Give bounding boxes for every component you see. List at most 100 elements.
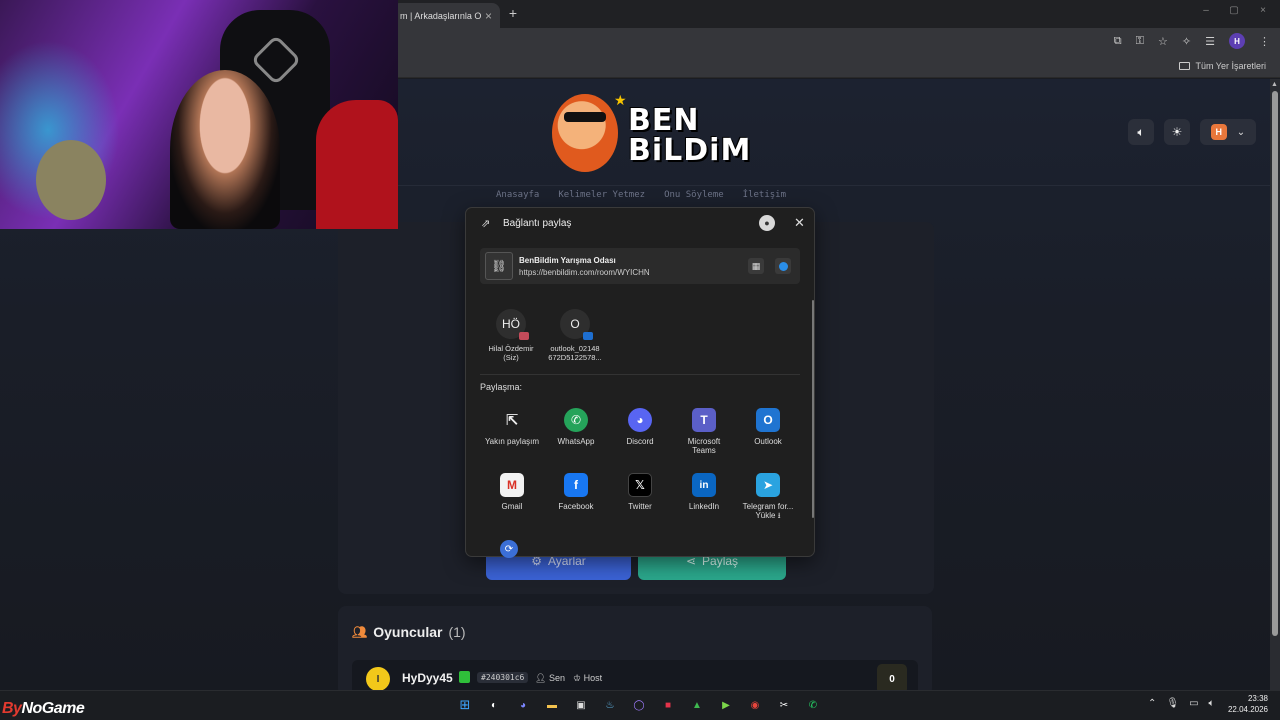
- capcut-icon[interactable]: ✂: [774, 695, 794, 715]
- play-icon[interactable]: ▶: [716, 695, 736, 715]
- contact-initials: HÖ: [502, 317, 520, 331]
- cast-icon[interactable]: ⧉: [1114, 35, 1122, 48]
- app-label: Facebook: [558, 502, 594, 511]
- contact-avatar: HÖ: [496, 309, 529, 340]
- green-app-icon[interactable]: ▲: [687, 695, 707, 715]
- dialog-scrollbar[interactable]: [812, 300, 814, 518]
- app-label: Yakın paylaşım: [484, 437, 540, 446]
- site-logo[interactable]: ★ BEN BiLDiM: [552, 90, 750, 178]
- extensions-icon[interactable]: ✧: [1182, 35, 1191, 48]
- contact-sub: (Siz): [503, 353, 519, 362]
- account-icon[interactable]: ●: [759, 215, 775, 231]
- file-explorer-icon[interactable]: ▬: [542, 695, 562, 715]
- store-icon[interactable]: ▣: [571, 695, 591, 715]
- app-label: Twitter: [628, 502, 652, 511]
- star-icon[interactable]: ☆: [1158, 35, 1168, 48]
- sound-toggle-button[interactable]: 🔈︎: [1128, 119, 1154, 145]
- windows-start-icon[interactable]: ⊞: [455, 695, 475, 715]
- chrome-icon[interactable]: ◉: [745, 695, 765, 715]
- app-label: Microsoft: [687, 437, 721, 446]
- volume-icon[interactable]: 🔈︎: [1209, 698, 1215, 709]
- whatsapp-taskbar-icon[interactable]: ✆: [803, 695, 823, 715]
- app-install-label[interactable]: Yükle ⭳: [755, 511, 780, 520]
- player-avatar: I: [366, 667, 390, 691]
- app-whatsapp[interactable]: ✆ WhatsApp: [544, 408, 608, 446]
- app-facebook[interactable]: f Facebook: [544, 473, 608, 511]
- nav-kelimeler-yetmez[interactable]: Kelimeler Yetmez: [558, 190, 645, 200]
- person-icon: 👤︎: [535, 673, 547, 683]
- nav-contact[interactable]: İletişim: [743, 190, 786, 200]
- player-level-icon: [459, 671, 470, 683]
- profile-avatar[interactable]: H: [1229, 33, 1245, 49]
- app-gmail[interactable]: M Gmail: [480, 473, 544, 511]
- task-view-icon[interactable]: ◐: [484, 695, 504, 715]
- app-telegram[interactable]: ➤ Telegram for... Yükle ⭳: [736, 473, 800, 520]
- main-nav: Anasayfa Kelimeler Yetmez Onu Söyleme İl…: [496, 190, 786, 200]
- page-scrollbar[interactable]: ▲: [1270, 79, 1280, 690]
- app-label-2: Teams: [692, 446, 716, 455]
- close-window-button[interactable]: ×: [1256, 5, 1270, 16]
- qr-code-button[interactable]: ▦: [748, 258, 764, 274]
- app-nearby-share[interactable]: ⇱ Yakın paylaşım: [480, 408, 544, 446]
- network-icon[interactable]: ▭: [1189, 698, 1198, 709]
- contact-name: outlook_02148: [550, 344, 600, 353]
- facebook-icon: f: [564, 473, 588, 497]
- users-icon: 👥︎: [352, 625, 368, 639]
- discord-taskbar-icon[interactable]: ◕: [513, 695, 533, 715]
- browser-tab[interactable]: m | Arkadaşlarınla Onl ×: [392, 3, 500, 28]
- steam-icon[interactable]: ♨: [600, 695, 620, 715]
- close-icon[interactable]: ✕: [794, 215, 805, 231]
- user-menu-button[interactable]: H ⌄: [1200, 119, 1256, 145]
- players-title: Oyuncular: [373, 624, 443, 640]
- teams-icon: T: [692, 408, 716, 432]
- app-label: Gmail: [501, 502, 523, 511]
- share-dialog-icon: ⇗: [481, 218, 491, 230]
- chevron-up-icon[interactable]: ⌃: [1148, 698, 1156, 709]
- app-outlook[interactable]: O Outlook: [736, 408, 800, 446]
- contact-sub: 672D5122578...: [548, 353, 602, 362]
- players-heading: 👥︎ Oyuncular (1): [352, 624, 466, 640]
- app-label: Discord: [626, 437, 654, 446]
- all-bookmarks-button[interactable]: Tüm Yer İşaretleri: [1179, 61, 1266, 71]
- menu-icon[interactable]: ⋮: [1259, 35, 1270, 48]
- red-app-icon[interactable]: ■: [658, 695, 678, 715]
- host-label: Host: [583, 673, 603, 683]
- gmail-icon: M: [500, 473, 524, 497]
- players-count: (1): [448, 624, 466, 640]
- microphone-icon[interactable]: 🎙︎: [1166, 698, 1179, 709]
- link-icon: ⛓: [485, 252, 513, 280]
- whatsapp-icon: ✆: [564, 408, 588, 432]
- maximize-button[interactable]: ▢: [1227, 5, 1241, 16]
- dialog-divider: [480, 374, 800, 375]
- taskbar-clock[interactable]: 23:38 22.04.2026: [1226, 693, 1268, 715]
- scrollbar-thumb[interactable]: [1272, 91, 1278, 636]
- share-dialog-title: Bağlantı paylaş: [503, 218, 572, 229]
- tab-close-icon[interactable]: ×: [485, 9, 492, 23]
- theme-toggle-button[interactable]: ☀: [1164, 119, 1190, 145]
- obs-icon[interactable]: ◯: [629, 695, 649, 715]
- minimize-button[interactable]: –: [1199, 5, 1213, 16]
- app-more[interactable]: ⟳: [500, 540, 522, 558]
- webcam-overlay: [0, 0, 398, 229]
- reading-list-icon[interactable]: ☰: [1205, 35, 1215, 48]
- contact-avatar: O: [560, 309, 593, 340]
- all-bookmarks-label: Tüm Yer İşaretleri: [1195, 61, 1266, 71]
- linkedin-icon: in: [692, 473, 716, 497]
- app-discord[interactable]: ◕ Discord: [608, 408, 672, 446]
- contact-hilal[interactable]: HÖ Hilal Özdemir (Siz): [476, 309, 546, 362]
- folder-icon: [1179, 62, 1191, 70]
- logo-word-2: BiLDiM: [628, 133, 752, 168]
- contact-outlook[interactable]: O outlook_02148 672D5122578...: [540, 309, 610, 362]
- new-tab-button[interactable]: +: [506, 5, 520, 21]
- app-teams[interactable]: T Microsoft Teams: [672, 408, 736, 455]
- edge-icon: [778, 261, 788, 271]
- nav-onu-soyleme[interactable]: Onu Söyleme: [664, 190, 724, 200]
- outlook-icon: O: [756, 408, 780, 432]
- app-twitter[interactable]: 𝕏 Twitter: [608, 473, 672, 511]
- key-icon[interactable]: ⚿: [1136, 35, 1144, 48]
- scroll-up-icon[interactable]: ▲: [1271, 81, 1278, 88]
- app-linkedin[interactable]: in LinkedIn: [672, 473, 736, 511]
- edge-send-button[interactable]: [775, 258, 791, 274]
- speaker-icon: 🔈︎: [1137, 124, 1145, 139]
- nav-home[interactable]: Anasayfa: [496, 190, 539, 200]
